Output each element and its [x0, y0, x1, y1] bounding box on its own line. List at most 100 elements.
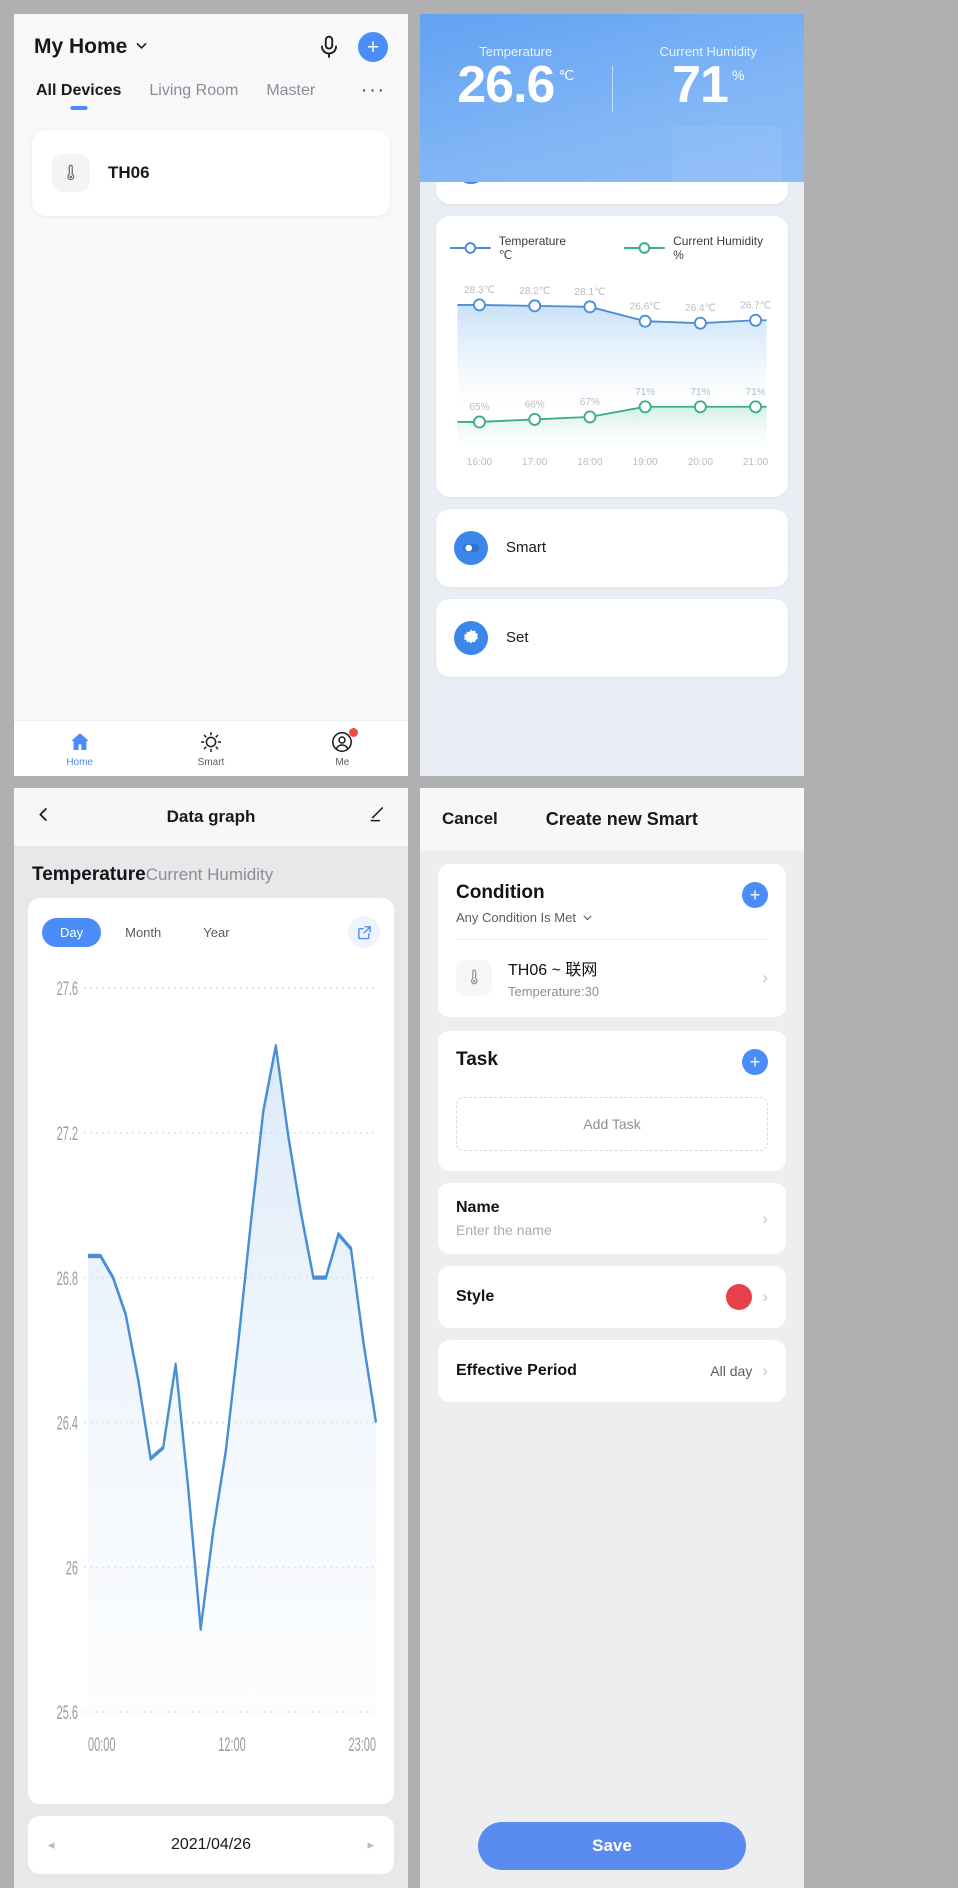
condition-item[interactable]: TH06 ~ 联网 Temperature:30 ›	[456, 939, 768, 1017]
name-label: Name	[456, 1199, 500, 1216]
effective-period-value: All day	[710, 1363, 753, 1379]
svg-text:26.4: 26.4	[57, 1414, 79, 1435]
chevron-right-icon: ›	[762, 1361, 768, 1380]
tabbar-item-home[interactable]: Home	[14, 730, 145, 768]
style-color-swatch[interactable]	[726, 1284, 753, 1310]
svg-text:71%: 71%	[690, 387, 710, 398]
svg-text:27.6: 27.6	[57, 979, 79, 1000]
chevron-down-icon[interactable]	[135, 39, 148, 55]
page-title: Data graph	[166, 807, 256, 826]
next-date-button[interactable]: ▸	[367, 1837, 374, 1853]
home-header: My Home +	[14, 14, 408, 62]
cancel-button[interactable]: Cancel	[442, 809, 498, 829]
chevron-right-icon: ›	[762, 1287, 768, 1306]
metric-humidity[interactable]: Current Humidity	[146, 865, 274, 885]
legend-marker-humidity	[624, 242, 666, 254]
set-action-card[interactable]: Set	[436, 598, 788, 677]
smart-action-card[interactable]: Smart	[436, 508, 788, 587]
humidity-unit: %	[731, 67, 745, 83]
svg-text:65%: 65%	[469, 402, 489, 413]
bottom-tabbar: Home Smart Me	[14, 720, 408, 776]
svg-text:00:00: 00:00	[88, 1735, 116, 1756]
tabbar-label-smart: Smart	[197, 756, 225, 768]
style-label: Style	[456, 1288, 495, 1305]
humidity-value: 71	[672, 56, 729, 114]
range-day[interactable]: Day	[42, 917, 102, 947]
range-month[interactable]: Month	[107, 918, 179, 947]
add-task-placeholder[interactable]: Add Task	[456, 1097, 768, 1151]
effective-period-label: Effective Period	[456, 1362, 577, 1379]
condition-mode[interactable]: Any Condition Is Met	[456, 910, 593, 925]
device-hero: Temperature 26.6 ℃ Current Humidity 71 %	[420, 14, 804, 182]
svg-text:26.8: 26.8	[57, 1269, 79, 1290]
svg-text:71%: 71%	[745, 387, 765, 398]
condition-section: Condition Any Condition Is Met + TH06 ~ …	[438, 864, 786, 1017]
svg-text:26.4℃: 26.4℃	[685, 303, 716, 314]
current-date: 2021/04/26	[170, 1836, 252, 1853]
svg-text:28.3℃: 28.3℃	[464, 285, 495, 296]
chevron-down-icon	[583, 915, 592, 921]
tab-living-room[interactable]: Living Room	[149, 82, 238, 104]
temperature-humidity-line-chart: 28.3℃ 28.2℃ 28.1℃ 26.6℃ 26.4℃ 26.7℃ 65% 66% 67% 7…	[457, 285, 771, 468]
tabbar-label-home: Home	[66, 756, 93, 768]
condition-device-name: TH06 ~ 联网	[508, 962, 598, 979]
tabbar-item-smart[interactable]: Smart	[145, 730, 276, 768]
home-panel: My Home + All Devices Living Room Master…	[14, 14, 408, 776]
tab-more-button[interactable]: ···	[361, 80, 386, 104]
svg-text:20:00: 20:00	[688, 457, 714, 468]
set-action-label: Set	[506, 629, 529, 647]
tabbar-label-me: Me	[335, 756, 350, 768]
chart-legend: Temperature ℃ Current Humidity %	[450, 234, 774, 262]
temperature-block: Temperature 26.6 ℃	[420, 44, 612, 114]
thermometer-icon	[456, 959, 492, 996]
tab-master[interactable]: Master	[266, 82, 315, 104]
svg-text:18:00: 18:00	[577, 457, 603, 468]
metric-selector: Temperature Current Humidity	[14, 846, 408, 898]
task-title: Task	[456, 1049, 498, 1070]
name-input[interactable]: Enter the name	[456, 1222, 552, 1238]
svg-text:16:00: 16:00	[467, 457, 493, 468]
graph-card: Day Month Year 25.6 26 26.4 26.8 27.2 27.6 00:…	[28, 898, 394, 1804]
task-section: Task + Add Task	[438, 1031, 786, 1171]
create-smart-navbar: Cancel Create new Smart	[420, 788, 804, 850]
add-task-button[interactable]: +	[742, 1049, 768, 1075]
temperature-value: 26.6	[457, 56, 555, 114]
style-row[interactable]: Style ›	[438, 1266, 786, 1328]
legend-marker-temperature	[450, 242, 491, 254]
legend-label-temperature: Temperature ℃	[498, 234, 567, 262]
svg-text:17:00: 17:00	[522, 457, 548, 468]
microphone-icon[interactable]	[316, 34, 342, 60]
svg-text:27.2: 27.2	[57, 1124, 79, 1145]
add-condition-button[interactable]: +	[742, 882, 768, 908]
metric-temperature[interactable]: Temperature	[32, 864, 146, 886]
home-title[interactable]: My Home	[34, 35, 127, 59]
effective-period-row[interactable]: Effective Period All day ›	[438, 1340, 786, 1402]
device-card-th06[interactable]: TH06	[32, 130, 390, 216]
svg-text:25.6: 25.6	[57, 1703, 79, 1724]
legend-humidity: Current Humidity %	[624, 234, 774, 262]
svg-text:21:00: 21:00	[743, 457, 769, 468]
home-icon	[70, 732, 89, 750]
name-row[interactable]: Name Enter the name ›	[438, 1183, 786, 1254]
range-year[interactable]: Year	[185, 918, 247, 947]
svg-text:12:00: 12:00	[218, 1735, 246, 1756]
svg-text:19:00: 19:00	[632, 457, 658, 468]
save-button-wrap: Save	[420, 1822, 804, 1870]
pencil-icon[interactable]	[367, 804, 388, 830]
hero-decoration	[672, 126, 782, 182]
tabbar-item-me[interactable]: Me	[277, 727, 408, 768]
tab-all-devices[interactable]: All Devices	[36, 82, 121, 104]
chevron-left-icon[interactable]	[34, 805, 53, 829]
add-device-button[interactable]: +	[358, 32, 388, 62]
notification-badge	[349, 727, 359, 737]
save-button[interactable]: Save	[478, 1822, 746, 1870]
range-selector: Day Month Year	[42, 916, 380, 948]
thermometer-icon	[52, 154, 90, 192]
smart-action-label: Smart	[506, 539, 547, 557]
legend-label-humidity: Current Humidity %	[673, 234, 764, 262]
toggle-icon	[454, 530, 488, 565]
condition-title: Condition	[456, 882, 545, 903]
svg-text:28.2℃: 28.2℃	[519, 286, 550, 297]
svg-text:26: 26	[66, 1558, 78, 1579]
external-link-icon[interactable]	[348, 916, 380, 948]
